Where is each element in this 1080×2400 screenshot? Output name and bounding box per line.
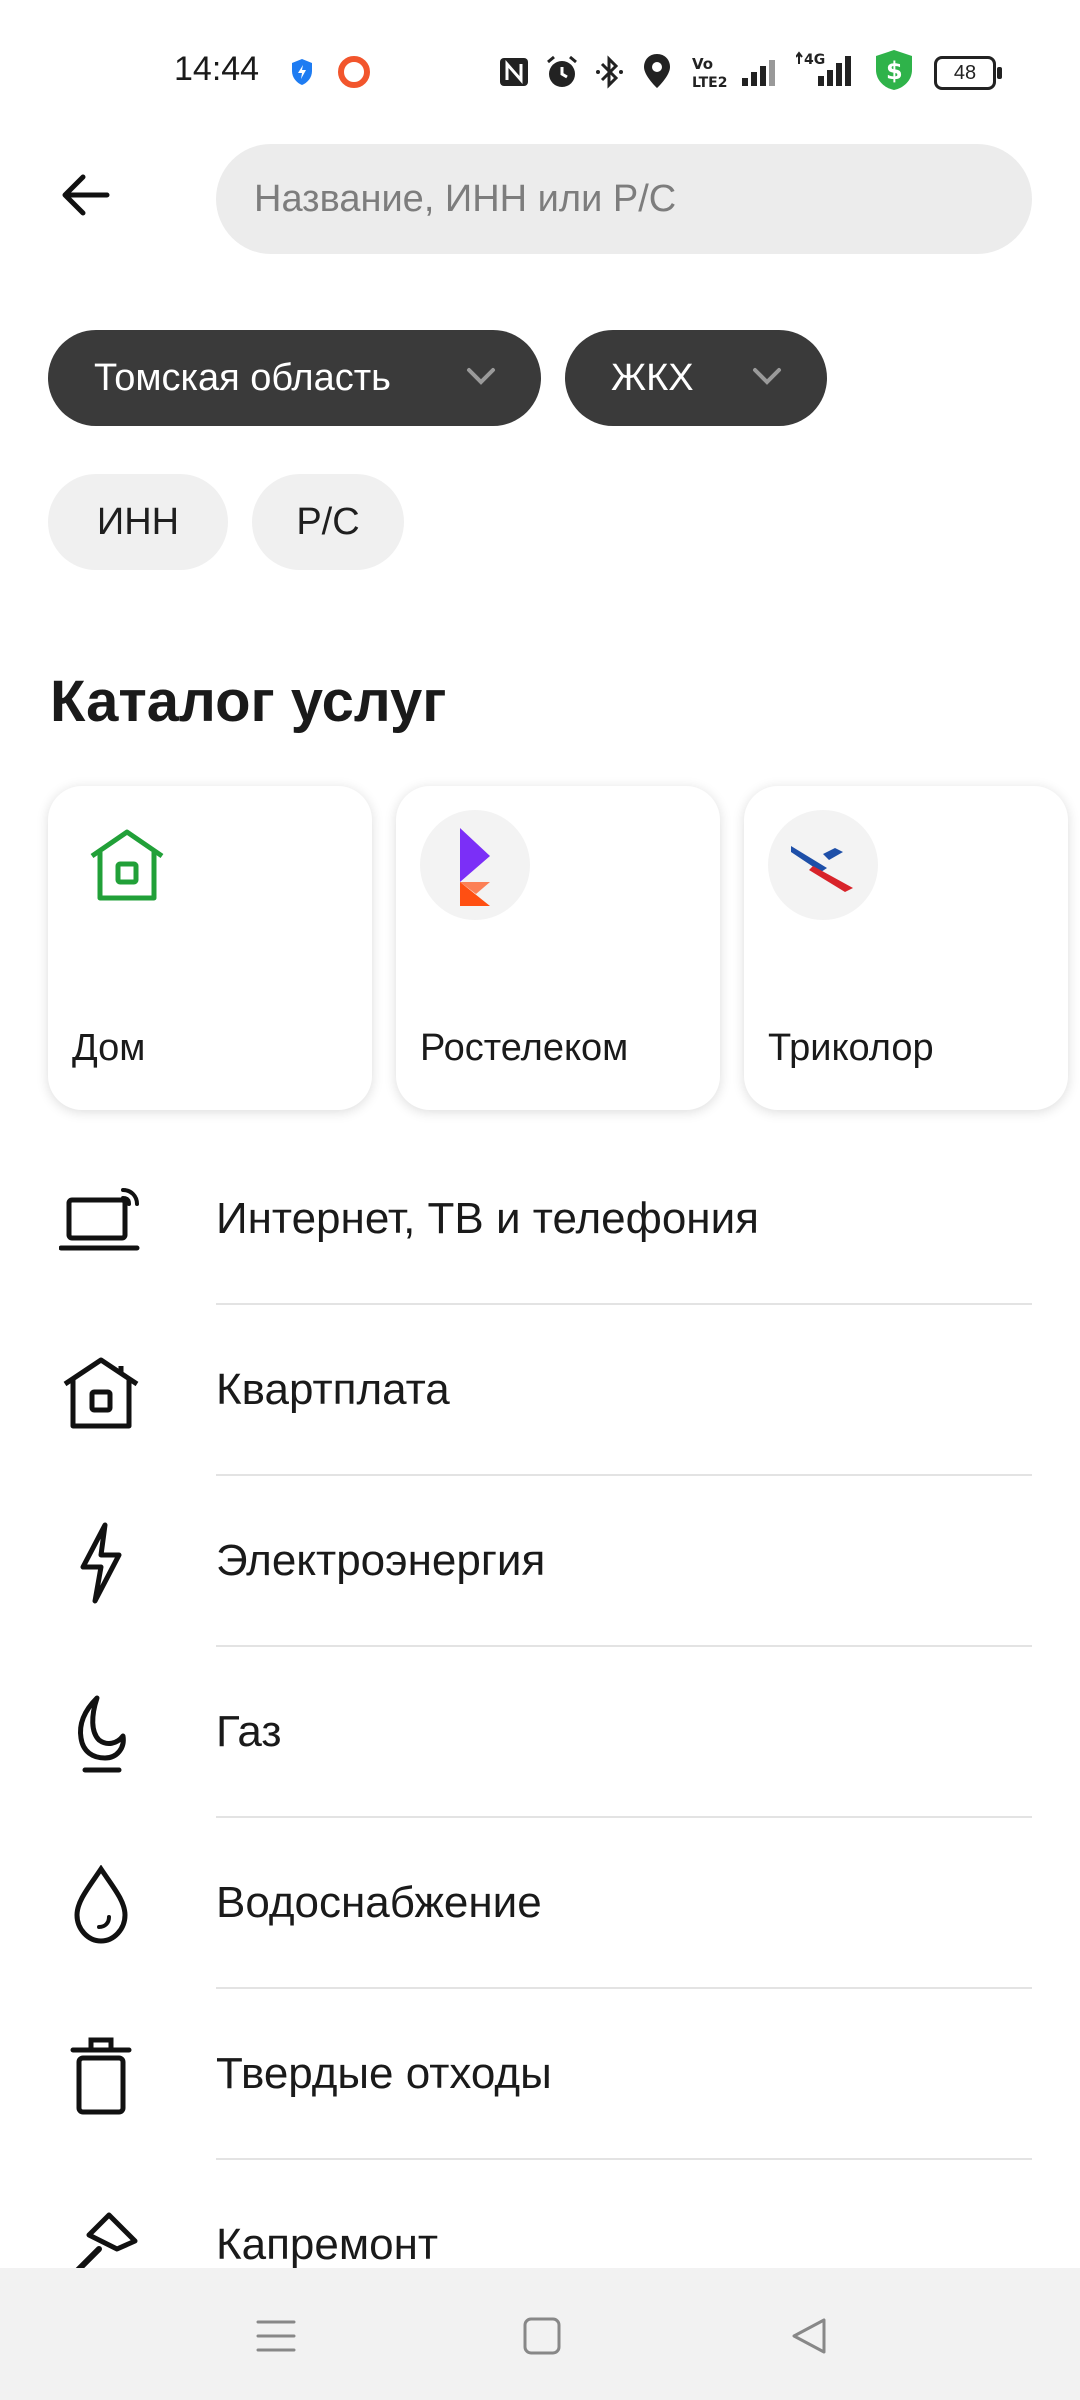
catalog-card-label: Триколор <box>768 1027 934 1069</box>
signal-icon-1 <box>740 56 780 93</box>
flame-icon <box>58 1691 144 1777</box>
back-button[interactable] <box>50 160 120 230</box>
tricolor-logo <box>768 810 878 920</box>
svg-text:Vo: Vo <box>692 55 713 73</box>
shield-notification-icon <box>290 58 314 91</box>
category-filter-chip[interactable]: ЖКХ <box>565 330 827 426</box>
home-button[interactable] <box>512 2308 572 2364</box>
category-item-internet[interactable]: Интернет, ТВ и телефония <box>0 1134 1080 1305</box>
category-label: Твердые отходы <box>216 2049 552 2098</box>
rs-filter-chip[interactable]: Р/С <box>252 474 404 570</box>
catalog-card-home[interactable]: Дом <box>48 786 372 1110</box>
menu-icon <box>256 2320 296 2352</box>
category-label: Интернет, ТВ и телефония <box>216 1194 759 1243</box>
lightning-icon <box>58 1520 144 1606</box>
alarm-icon <box>544 54 580 95</box>
category-item-water[interactable]: Водоснабжение <box>0 1818 1080 1989</box>
category-item-electricity[interactable]: Электроэнергия <box>0 1476 1080 1647</box>
category-label: Водоснабжение <box>216 1878 542 1927</box>
region-filter-chip[interactable]: Томская область <box>48 330 541 426</box>
location-icon <box>642 52 672 95</box>
region-filter-label: Томская область <box>94 356 391 399</box>
menu-button[interactable] <box>246 2308 306 2364</box>
water-drop-icon <box>58 1862 144 1948</box>
square-icon <box>523 2317 561 2355</box>
chevron-down-icon <box>467 368 495 385</box>
system-navigation-bar <box>0 2268 1080 2400</box>
trash-icon <box>58 2033 144 2119</box>
ring-notification-icon <box>336 54 372 95</box>
money-shield-icon: $ <box>872 48 916 97</box>
category-label: Электроэнергия <box>216 1536 546 1585</box>
category-item-gas[interactable]: Газ <box>0 1647 1080 1818</box>
volte-icon: Vo LTE2 <box>690 54 730 95</box>
chevron-down-icon <box>753 368 781 385</box>
search-input[interactable] <box>216 144 1032 254</box>
inn-filter-chip[interactable]: ИНН <box>48 474 228 570</box>
category-list: Интернет, ТВ и телефония Квартплата Элек… <box>0 1134 1080 2331</box>
rs-filter-label: Р/С <box>296 500 360 543</box>
category-item-waste[interactable]: Твердые отходы <box>0 1989 1080 2160</box>
arrow-left-icon <box>62 174 110 216</box>
triangle-back-icon <box>792 2318 826 2354</box>
catalog-card-label: Ростелеком <box>420 1027 629 1069</box>
category-label: Квартплата <box>216 1365 450 1414</box>
signal-4g-icon: 4G <box>795 50 860 93</box>
status-bar: 14:44 Vo LTE2 4G $ 48 <box>0 0 1080 140</box>
nfc-icon <box>498 56 530 93</box>
battery-indicator: 48 <box>934 56 1002 90</box>
status-time: 14:44 <box>174 50 260 88</box>
rostelecom-logo <box>420 810 530 920</box>
svg-text:$: $ <box>886 57 903 85</box>
catalog-card-label: Дом <box>72 1027 146 1069</box>
back-nav-button[interactable] <box>780 2308 840 2364</box>
category-item-rent[interactable]: Квартплата <box>0 1305 1080 1476</box>
catalog-card-rostelecom[interactable]: Ростелеком <box>396 786 720 1110</box>
catalog-card-tricolor[interactable]: Триколор <box>744 786 1068 1110</box>
laptop-wifi-icon <box>58 1178 144 1264</box>
house-icon <box>72 810 182 920</box>
bluetooth-icon <box>594 54 626 95</box>
house-icon <box>58 1349 144 1435</box>
category-label: Газ <box>216 1707 282 1756</box>
category-filter-label: ЖКХ <box>611 356 694 399</box>
inn-filter-label: ИНН <box>96 500 180 543</box>
catalog-title: Каталог услуг <box>50 669 447 734</box>
category-label: Капремонт <box>216 2220 439 2269</box>
svg-text:LTE2: LTE2 <box>692 75 727 90</box>
svg-text:4G: 4G <box>804 52 825 68</box>
